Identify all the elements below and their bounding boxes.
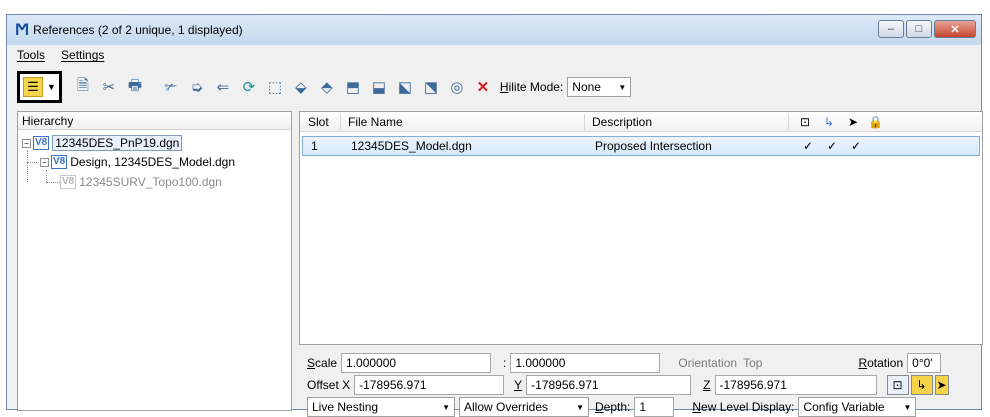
mirror-vertical-icon[interactable]: ⬘ (316, 76, 338, 98)
display-checkmark[interactable]: ✓ (803, 139, 813, 153)
col-file-name[interactable]: File Name (348, 115, 403, 129)
tree-node-design[interactable]: − V8 Design, 12345DES_Model.dgn (40, 153, 235, 171)
locate-column-icon[interactable]: ➤ (848, 115, 858, 129)
nesting-select[interactable]: Live Nesting ▼ (307, 397, 455, 417)
col-slot[interactable]: Slot (308, 115, 329, 129)
toolbar: ☰ ▼ 🗎 ✂ 🖶 ✃ ➭ ⇐ ⟳ ⬚ ⬙ ⬘ ⬒ ⬓ ⬕ ⬔ ◎ ✕ Hili… (7, 67, 981, 107)
reference-list-header: Slot File Name Description ⊡ ↳ ➤ 🔒 (300, 112, 982, 132)
tree-node-root[interactable]: − V8 12345DES_PnP19.dgn (22, 134, 183, 152)
scale-label: Scale (307, 356, 338, 370)
detach-reference-icon[interactable]: ✂ (98, 76, 120, 98)
new-level-display-label: New Level Display: (692, 400, 795, 414)
new-level-display-select[interactable]: Config Variable ▼ (798, 397, 917, 417)
chevron-down-icon: ▼ (442, 402, 450, 412)
clip-mask-icon[interactable]: ⬓ (368, 76, 390, 98)
delete-clip-icon[interactable]: ✕ (472, 76, 494, 98)
orientation-label: Orientation (678, 356, 738, 370)
close-button[interactable]: ✕ (934, 20, 976, 38)
hierarchy-display-dropdown[interactable]: ☰ ▼ (17, 71, 62, 103)
snap-toggle-icon[interactable]: ↳ (910, 375, 933, 395)
clip-reference-icon[interactable]: ✃ (160, 76, 182, 98)
tree-list-icon: ☰ (23, 77, 43, 97)
locate-checkmark[interactable]: ✓ (851, 139, 861, 153)
depth-label: Depth: (595, 400, 631, 414)
snap-checkmark[interactable]: ✓ (827, 139, 837, 153)
chevron-down-icon: ▼ (903, 402, 912, 412)
clip-front-icon[interactable]: ⬕ (394, 76, 416, 98)
scale-reference-input[interactable]: 1.000000 (510, 353, 661, 373)
window-controls: – □ ✕ (878, 20, 976, 38)
menu-tools[interactable]: Tools (17, 48, 45, 62)
dropdown-arrow-icon: ▼ (47, 82, 56, 92)
chevron-down-icon: ▼ (618, 82, 627, 92)
reference-list: Slot File Name Description ⊡ ↳ ➤ 🔒 1 123… (299, 111, 983, 345)
hierarchy-panel: Hierarchy − V8 12345DES_PnP19.dgn − V8 D… (17, 111, 292, 411)
scale-master-input[interactable]: 1.000000 (341, 353, 492, 373)
microstation-app-icon: Ϻ (15, 20, 30, 39)
offset-x-input[interactable]: -178956.971 (354, 375, 505, 395)
display-column-icon[interactable]: ⊡ (800, 115, 810, 129)
mirror-horizontal-icon[interactable]: ⬙ (290, 76, 312, 98)
minimize-button[interactable]: – (878, 20, 904, 38)
offset-z-label: Z (703, 378, 711, 392)
scale-reference-icon[interactable]: ⬚ (264, 76, 286, 98)
references-window: Ϻ References (2 of 2 unique, 1 displayed… (6, 14, 983, 417)
clip-boundary-icon[interactable]: ⬒ (342, 76, 364, 98)
v8-file-icon: V8 (51, 155, 68, 169)
clip-back-icon[interactable]: ⬔ (420, 76, 442, 98)
rotation-input[interactable]: 0°0' (907, 353, 942, 373)
menu-settings[interactable]: Settings (61, 48, 104, 62)
display-toggle-icon[interactable]: ⊡ (886, 375, 909, 395)
v8-file-icon: V8 (60, 175, 77, 189)
exchange-reference-icon[interactable]: ◎ (446, 76, 468, 98)
move-reference-icon[interactable]: ➭ (186, 76, 208, 98)
tree-node-survey[interactable]: V8 12345SURV_Topo100.dgn (60, 173, 222, 191)
overrides-select[interactable]: Allow Overrides ▼ (459, 397, 589, 417)
col-description[interactable]: Description (592, 115, 652, 129)
hierarchy-header: Hierarchy (18, 112, 291, 130)
offset-y-input[interactable]: -178956.971 (526, 375, 692, 395)
snap-column-icon[interactable]: ↳ (824, 115, 834, 129)
table-row[interactable]: 1 12345DES_Model.dgn Proposed Intersecti… (302, 136, 980, 156)
collapse-icon[interactable]: − (22, 138, 31, 148)
locate-toggle-icon[interactable]: ➤ (934, 375, 949, 395)
offset-y-label: Y (514, 378, 523, 392)
copy-reference-icon[interactable]: ⇐ (212, 76, 234, 98)
lock-column-icon[interactable]: 🔒 (868, 115, 883, 129)
attach-reference-icon[interactable]: 🗎 (72, 76, 94, 98)
collapse-icon[interactable]: − (40, 157, 49, 167)
reload-reference-icon[interactable]: 🖶 (124, 76, 146, 98)
v8-file-icon: V8 (33, 136, 50, 150)
maximize-button[interactable]: □ (906, 20, 932, 38)
hilite-mode-select[interactable]: None ▼ (567, 77, 632, 97)
window-title: References (2 of 2 unique, 1 displayed) (33, 23, 243, 37)
rotation-label: Rotation (858, 356, 904, 370)
reference-properties: Scale 1.000000 : 1.000000 Orientation To… (299, 345, 983, 417)
offset-x-label: Offset X (307, 378, 351, 392)
menu-bar: Tools Settings (7, 45, 981, 65)
rotate-reference-icon[interactable]: ⟳ (238, 76, 260, 98)
chevron-down-icon: ▼ (576, 402, 584, 412)
hilite-mode-label: Hilite Mode: (499, 80, 564, 94)
title-bar: Ϻ References (2 of 2 unique, 1 displayed… (7, 15, 981, 45)
hilite-mode-group: Hilite Mode: None ▼ (499, 77, 632, 97)
offset-z-input[interactable]: -178956.971 (714, 375, 877, 395)
depth-input[interactable]: 1 (634, 397, 675, 417)
orientation-value: Top (743, 356, 763, 370)
